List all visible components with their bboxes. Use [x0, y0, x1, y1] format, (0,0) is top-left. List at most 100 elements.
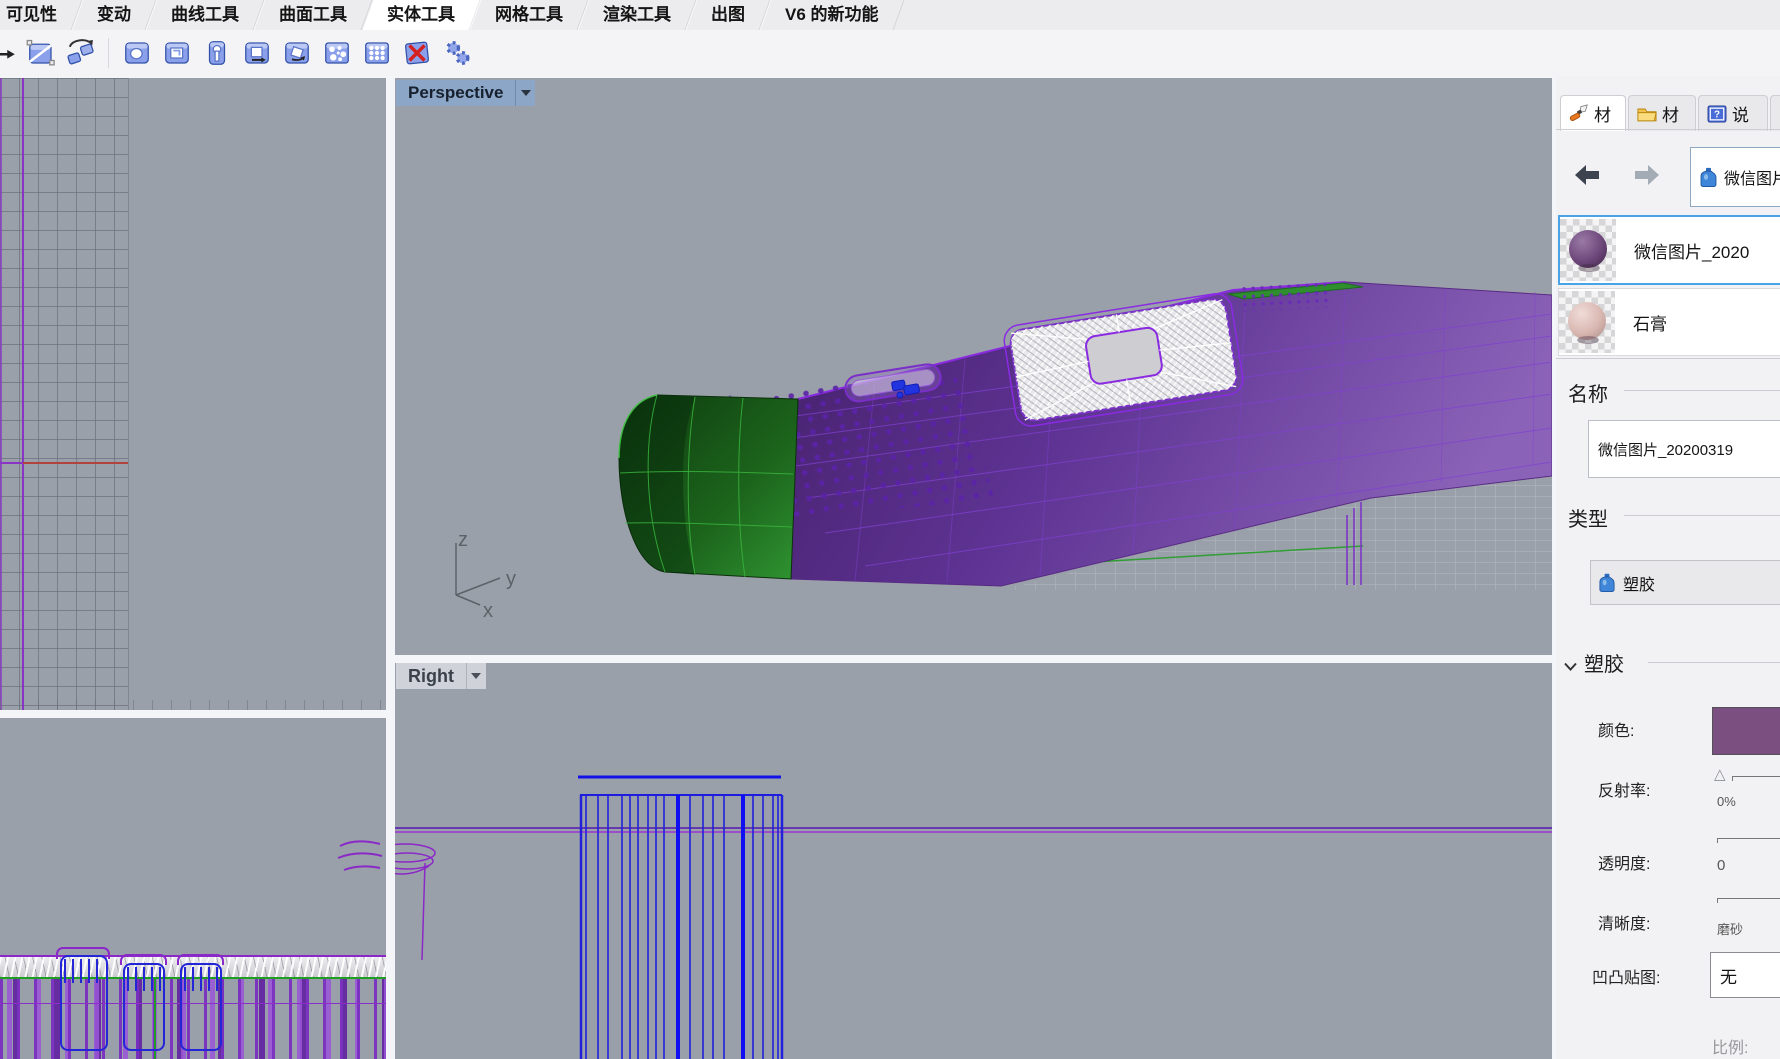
array-holes-grid-icon[interactable] [361, 38, 392, 69]
axis-y-label: y [506, 568, 516, 590]
panel-divider [1556, 358, 1780, 359]
perspective-viewport-tab[interactable]: Perspective [396, 80, 535, 106]
right-viewport-menu-button[interactable] [466, 663, 486, 689]
rotate-hole-icon[interactable] [281, 38, 312, 69]
material-list-item[interactable]: 微信图片_2020 [1558, 215, 1780, 285]
perspective-viewport-label[interactable]: Perspective [396, 80, 515, 106]
menu-tab[interactable]: 可见性 [0, 0, 77, 30]
material-sphere-preview [1569, 230, 1607, 268]
viewport-right[interactable]: Right [395, 663, 1552, 1059]
viewport-splitter-vertical-left[interactable] [386, 76, 395, 1059]
round-hole-icon[interactable] [121, 38, 152, 69]
material-name-input[interactable]: 微信图片_20200319 [1588, 420, 1780, 478]
menu-tab-label: 可见性 [6, 5, 57, 24]
bump-map-button[interactable]: 无 [1710, 952, 1780, 998]
transparency-value: 0 [1717, 857, 1725, 874]
menu-tab[interactable]: 出图 [691, 0, 765, 30]
viewport-left-top[interactable] [0, 78, 386, 710]
menu-tab[interactable]: 渲染工具 [583, 0, 691, 30]
right-viewport-label[interactable]: Right [396, 663, 466, 689]
keyhole-slot-icon[interactable] [201, 38, 232, 69]
perspective-scene: z y x [395, 78, 1552, 655]
cylinder-edge-fragment [336, 836, 386, 896]
clarity-value: 磨砂 [1717, 919, 1743, 938]
material-selector-dropdown[interactable]: 微信图片_2020 [1690, 147, 1780, 207]
panel-tab-library[interactable]: 材 [1628, 95, 1696, 131]
material-thumbnail [1560, 219, 1616, 281]
chevron-down-icon [471, 673, 481, 679]
delete-holes-icon[interactable] [401, 38, 432, 69]
axis-x-label: x [483, 600, 493, 622]
move-hole-icon[interactable] [241, 38, 272, 69]
name-section-rule [1624, 390, 1780, 391]
panel-tab-label: 材 [1594, 101, 1611, 126]
panel-tab-partial[interactable] [1770, 95, 1780, 131]
cut-box-icon[interactable] [25, 38, 56, 69]
reflectivity-value: 0% [1717, 794, 1736, 809]
viewport-perspective[interactable]: Perspective [395, 78, 1552, 655]
menu-tab[interactable]: 曲面工具 [259, 0, 367, 30]
forward-button[interactable] [1633, 164, 1663, 188]
rect-hole-icon[interactable] [161, 38, 192, 69]
svg-text:?: ? [1714, 109, 1720, 120]
menu-tab[interactable]: V6 的新功能 [765, 0, 899, 30]
right-scene [395, 663, 1552, 1059]
arrow-right-icon [1633, 164, 1661, 186]
right-viewport-tab[interactable]: Right [396, 663, 486, 689]
menu-tab[interactable]: 变动 [77, 0, 151, 30]
material-name-label: 微信图片_2020 [1634, 238, 1749, 263]
transparency-label: 透明度: [1598, 850, 1650, 874]
panel-tab-help[interactable]: ? 说 [1698, 95, 1768, 131]
perspective-viewport-menu-button[interactable] [515, 80, 535, 106]
key-wireframe [180, 963, 222, 1051]
menu-tab[interactable]: 曲线工具 [151, 0, 259, 30]
panel-tabs-divider [1556, 129, 1780, 130]
material-list-item[interactable]: 石膏 [1558, 288, 1780, 356]
axis-z-label: z [458, 529, 468, 551]
material-type-dropdown[interactable]: 塑胶 [1590, 560, 1780, 605]
color-label: 颜色: [1598, 717, 1634, 741]
grid-bottom-strip [0, 700, 386, 710]
material-name-value: 微信图片_20200319 [1598, 439, 1733, 460]
chevron-down-icon[interactable] [1564, 662, 1577, 671]
menu-tab-label: 渲染工具 [603, 5, 671, 24]
material-sphere-preview [1568, 302, 1606, 340]
reflectivity-slider[interactable] [1732, 776, 1780, 777]
key-wireframe [60, 955, 108, 1051]
color-swatch[interactable] [1712, 707, 1780, 755]
menu-tab-label: V6 的新功能 [785, 5, 879, 24]
menu-tab-label: 实体工具 [387, 5, 455, 24]
viewport-left-bottom[interactable] [0, 718, 386, 1059]
paintbrush-icon [1569, 104, 1589, 124]
viewport-splitter-center-horizontal[interactable] [395, 655, 1552, 663]
chevron-down-icon [521, 90, 531, 96]
arrow-left-icon [1573, 164, 1601, 186]
transparency-slider[interactable] [1717, 838, 1780, 839]
viewport-splitter-left-horizontal[interactable] [0, 710, 386, 718]
panel-tab-materials[interactable]: 材 [1560, 95, 1626, 131]
menu-tab-label: 出图 [711, 5, 745, 24]
panel-tab-label: 说 [1732, 101, 1749, 126]
menu-tab-label: 曲线工具 [171, 5, 239, 24]
grid-y-axis-line [22, 78, 24, 710]
menu-tab[interactable]: 实体工具 [367, 0, 475, 30]
type-section-rule [1624, 515, 1780, 516]
move-arrow-icon[interactable] [0, 38, 16, 69]
clarity-slider[interactable] [1717, 898, 1780, 899]
reflectivity-label: 反射率: [1598, 777, 1650, 801]
menu-tab-label: 变动 [97, 5, 131, 24]
pattern-gears-icon[interactable] [441, 38, 472, 69]
material-name-label: 石膏 [1633, 310, 1667, 335]
back-button[interactable] [1573, 164, 1603, 188]
plastic-section-title[interactable]: 塑胶 [1584, 648, 1624, 677]
material-jug-icon [1700, 167, 1717, 187]
menu-tab-label: 曲面工具 [279, 5, 347, 24]
slider-thumb-icon[interactable]: △ [1714, 768, 1726, 782]
dot-cluster-top-right [1240, 281, 1333, 312]
menu-tab[interactable]: 网格工具 [475, 0, 583, 30]
grid-x-axis-red-line [23, 462, 128, 464]
rotate-solid-icon[interactable] [65, 38, 96, 69]
material-thumbnail [1559, 291, 1615, 353]
scatter-holes-icon[interactable] [321, 38, 352, 69]
menu-tab-label: 网格工具 [495, 5, 563, 24]
